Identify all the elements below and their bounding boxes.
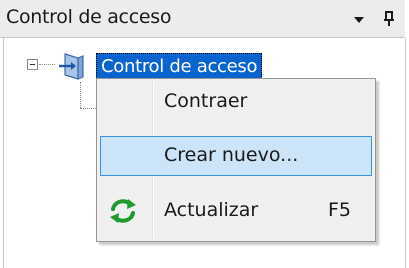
panel-border-left — [3, 38, 4, 268]
menu-item-refresh[interactable]: Actualizar F5 — [100, 191, 372, 231]
refresh-icon — [106, 195, 140, 227]
tree-connector — [39, 64, 55, 65]
menu-item-label: Actualizar — [164, 199, 259, 221]
menu-item-shortcut: F5 — [328, 199, 352, 221]
tree-node-access-control[interactable]: Control de acceso — [96, 53, 263, 79]
tree-connector — [80, 108, 96, 109]
access-control-panel: Control de acceso Control de acceso Cont… — [0, 0, 409, 268]
menu-item-collapse[interactable]: Contraer — [100, 82, 372, 122]
panel-border-right — [405, 38, 406, 268]
panel-title: Control de acceso — [6, 6, 172, 28]
tree-connector — [80, 82, 81, 108]
menu-item-label: Crear nuevo... — [164, 144, 299, 166]
tree-collapse-icon[interactable] — [27, 59, 38, 70]
menu-item-label: Contraer — [164, 90, 248, 112]
panel-titlebar: Control de acceso — [0, 0, 405, 38]
pin-icon[interactable] — [376, 4, 402, 32]
access-control-icon — [56, 50, 90, 82]
menu-item-create-new[interactable]: Crear nuevo... — [100, 136, 372, 176]
dropdown-arrow-icon[interactable] — [346, 4, 372, 32]
context-menu: Contraer Crear nuevo... Actualizar F5 — [96, 78, 376, 242]
